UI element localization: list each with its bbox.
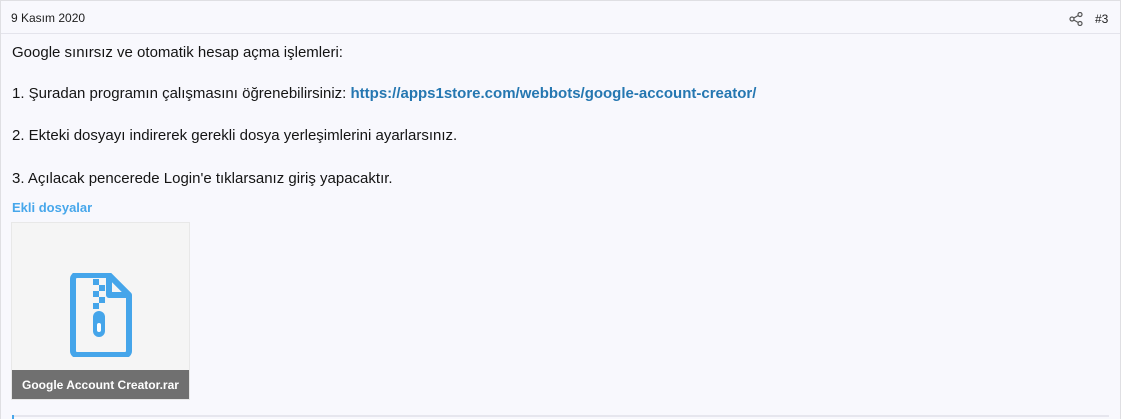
post-number-link[interactable]: #3 xyxy=(1095,12,1108,26)
post-intro: Google sınırsız ve otomatik hesap açma i… xyxy=(12,44,343,61)
post-step-1: 1. Şuradan programın çalışmasını öğreneb… xyxy=(12,84,756,104)
post-header: 9 Kasım 2020 #3 xyxy=(1,1,1120,34)
forum-post: 9 Kasım 2020 #3 Google sınırsız ve otoma… xyxy=(0,0,1121,419)
post-step-3: 3. Açılacak pencerede Login'e tıklarsanı… xyxy=(12,170,393,187)
attachment-thumbnail[interactable]: Google Account Creator.rar xyxy=(11,222,190,400)
post-divider xyxy=(12,415,1109,419)
post-step-2: 2. Ekteki dosyayı indirerek gerekli dosy… xyxy=(12,127,458,144)
step-1-text: 1. Şuradan programın çalışmasını öğreneb… xyxy=(12,85,351,102)
program-link[interactable]: https://apps1store.com/webbots/google-ac… xyxy=(351,85,757,102)
post-date[interactable]: 9 Kasım 2020 xyxy=(11,11,85,25)
share-icon[interactable] xyxy=(1069,11,1083,27)
attachment-filename[interactable]: Google Account Creator.rar xyxy=(12,370,189,399)
zip-file-icon xyxy=(70,273,132,357)
attachments-heading: Ekli dosyalar xyxy=(12,200,93,215)
